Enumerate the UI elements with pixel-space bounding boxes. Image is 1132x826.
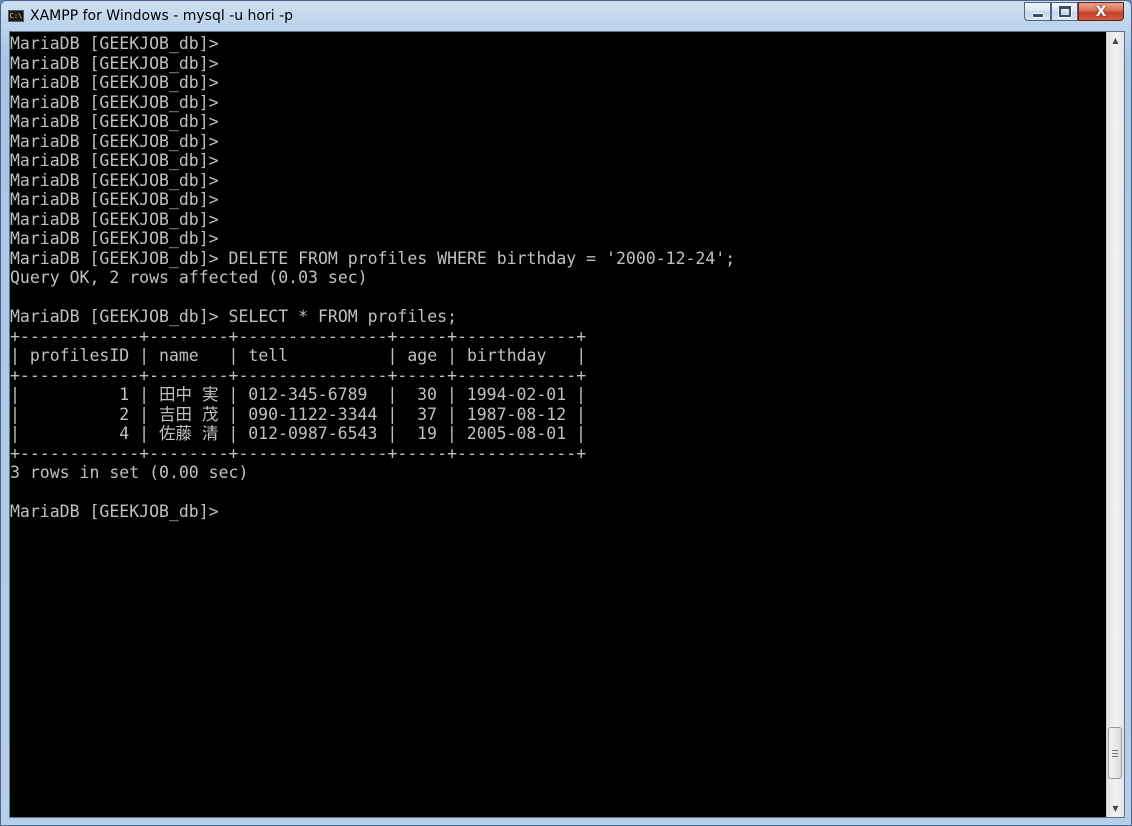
terminal-line: MariaDB [GEEKJOB_db]>: [10, 190, 219, 209]
console-icon[interactable]: C:\: [8, 10, 24, 22]
grip-icon: [1112, 749, 1118, 757]
terminal-line: 3 rows in set (0.00 sec): [10, 463, 249, 482]
window-title: XAMPP for Windows - mysql -u hori -p: [30, 8, 294, 24]
terminal-line: +------------+--------+---------------+-…: [10, 365, 587, 385]
minimize-button[interactable]: [1024, 2, 1051, 21]
terminal-line: | 4 | 佐藤 清 | 012-0987-6543 | 19 | 2005-0…: [10, 424, 586, 443]
maximize-button[interactable]: [1051, 2, 1078, 21]
close-button[interactable]: X: [1078, 2, 1124, 21]
caption-buttons: X: [1024, 2, 1124, 22]
title-bar[interactable]: C:\ XAMPP for Windows - mysql -u hori -p…: [1, 1, 1131, 31]
terminal-line: MariaDB [GEEKJOB_db]>: [10, 73, 219, 92]
maximize-icon: [1057, 5, 1072, 18]
terminal-line: Query OK, 2 rows affected (0.03 sec): [10, 268, 368, 287]
terminal-line: MariaDB [GEEKJOB_db]>: [10, 170, 219, 190]
terminal-line: | profilesID | name | tell | age | birth…: [10, 346, 587, 365]
terminal-line: | 2 | 吉田 茂 | 090-1122-3344 | 37 | 1987-0…: [10, 404, 586, 424]
terminal-line: MariaDB [GEEKJOB_db]>: [10, 151, 219, 170]
terminal-line: MariaDB [GEEKJOB_db]>: [10, 34, 219, 53]
terminal-line: | 1 | 田中 実 | 012-345-6789 | 30 | 1994-02…: [10, 385, 586, 404]
scroll-down-arrow-icon[interactable]: ▼: [1107, 800, 1124, 817]
terminal-line: MariaDB [GEEKJOB_db]> DELETE FROM profil…: [10, 248, 736, 268]
terminal-output[interactable]: MariaDB [GEEKJOB_db]> MariaDB [GEEKJOB_db…: [10, 32, 1106, 817]
scroll-thumb[interactable]: [1108, 727, 1122, 780]
terminal-line: MariaDB [GEEKJOB_db]>: [10, 112, 219, 131]
console-window: C:\ XAMPP for Windows - mysql -u hori -p…: [0, 0, 1132, 826]
scroll-up-arrow-icon[interactable]: ▲: [1107, 32, 1124, 49]
terminal-line: MariaDB [GEEKJOB_db]>: [10, 53, 219, 73]
terminal-line: MariaDB [GEEKJOB_db]>: [10, 131, 219, 151]
console-area[interactable]: MariaDB [GEEKJOB_db]> MariaDB [GEEKJOB_db…: [9, 31, 1125, 818]
terminal-line: MariaDB [GEEKJOB_db]>: [10, 502, 219, 521]
vertical-scrollbar[interactable]: ▲ ▼: [1106, 32, 1124, 817]
terminal-line: MariaDB [GEEKJOB_db]>: [10, 229, 219, 248]
terminal-line: +------------+--------+---------------+-…: [10, 443, 587, 463]
terminal-line: +------------+--------+---------------+-…: [10, 326, 587, 346]
terminal-line: MariaDB [GEEKJOB_db]> SELECT * FROM prof…: [10, 307, 458, 326]
terminal-line: MariaDB [GEEKJOB_db]>: [10, 92, 219, 112]
minimize-icon: [1031, 13, 1044, 18]
terminal-line: MariaDB [GEEKJOB_db]>: [10, 209, 219, 229]
close-icon: X: [1095, 3, 1107, 20]
